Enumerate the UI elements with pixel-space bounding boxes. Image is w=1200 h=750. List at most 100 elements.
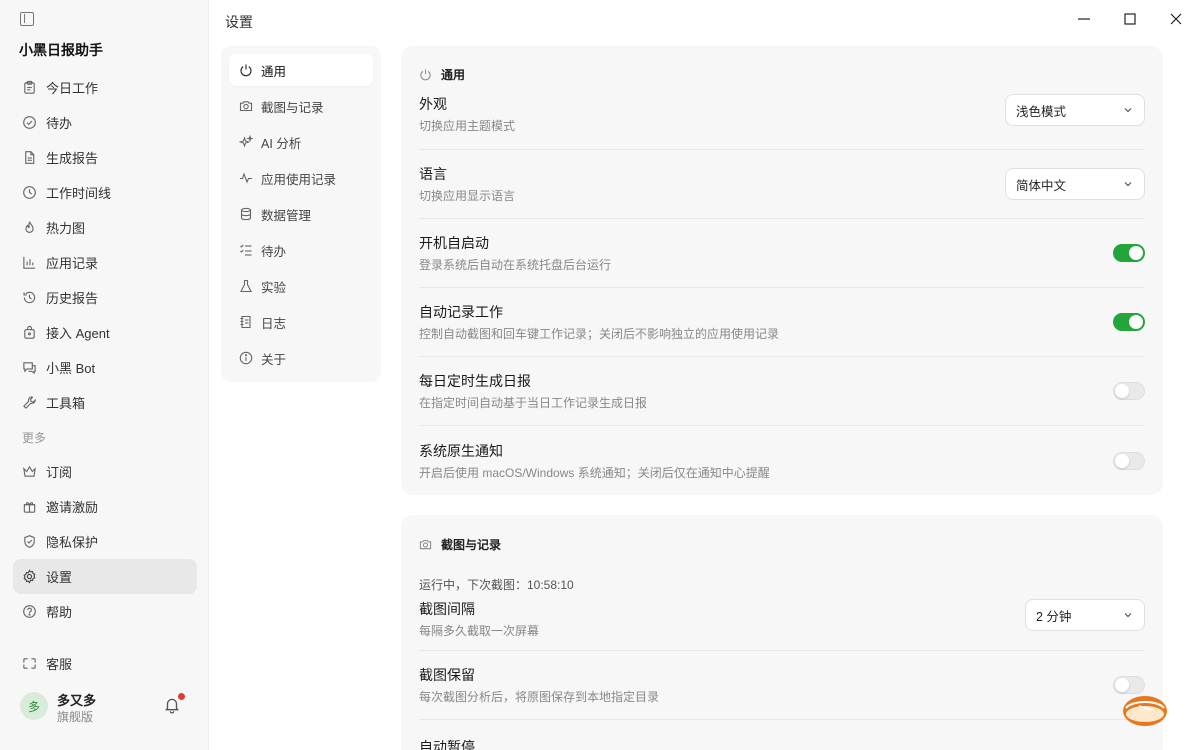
setting-text: 截图间隔 每隔多久截取一次屏幕 xyxy=(419,599,539,639)
sidebar-item-label: 接入 Agent xyxy=(46,326,110,341)
retain-toggle[interactable] xyxy=(1113,676,1145,694)
setting-label: 语言 xyxy=(419,166,447,182)
settings-content: 通用 外观 切换应用主题模式 浅色模式 语言 切换应用显示语言 简体中文 开机自… xyxy=(401,46,1163,750)
sidebar-item-bot[interactable]: 小黑 Bot xyxy=(13,350,197,385)
daily-report-toggle[interactable] xyxy=(1113,382,1145,400)
autostart-toggle[interactable] xyxy=(1113,244,1145,262)
setting-row-language: 语言 切换应用显示语言 简体中文 xyxy=(419,150,1145,219)
sidebar-nav: 今日工作 待办 生成报告 工作时间线 热力图 应用记录 历史报告 接入 Agen… xyxy=(13,70,197,681)
chevron-down-icon xyxy=(1124,613,1132,618)
sidebar-item-privacy[interactable]: 隐私保护 xyxy=(13,524,197,559)
sidebar-item-label: 待办 xyxy=(46,116,73,131)
setting-row-auto-pause: 自动暂停 xyxy=(419,720,1145,750)
setting-text: 外观 切换应用主题模式 xyxy=(419,94,515,134)
sidebar-item-heatmap[interactable]: 热力图 xyxy=(13,210,197,245)
toggle-knob xyxy=(1129,246,1143,260)
setting-row-interval: 截图间隔 每隔多久截取一次屏幕 2 分钟 xyxy=(419,595,1145,651)
capture-status: 运行中，下次截图：10:58:10 xyxy=(419,577,574,592)
chat-icon xyxy=(22,360,37,375)
sidebar-item-label: 订阅 xyxy=(46,465,73,480)
toggle-knob xyxy=(1115,678,1129,692)
settings-tab-label: AI 分析 xyxy=(261,136,302,151)
sidebar-item-settings[interactable]: 设置 xyxy=(13,559,197,594)
settings-tab-data[interactable]: 数据管理 xyxy=(229,198,373,230)
shield-icon xyxy=(22,534,37,549)
settings-tab-app-usage[interactable]: 应用使用记录 xyxy=(229,162,373,194)
gift-icon xyxy=(22,499,37,514)
setting-text: 自动暂停 xyxy=(419,737,475,750)
setting-label: 截图保留 xyxy=(419,667,475,683)
setting-text: 语言 切换应用显示语言 xyxy=(419,164,515,204)
setting-text: 截图保留 每次截图分析后，将原图保存到本地指定目录 xyxy=(419,665,659,705)
sidebar-item-todo[interactable]: 待办 xyxy=(13,105,197,140)
setting-desc: 登录系统后自动在系统托盘后台运行 xyxy=(419,258,612,272)
card-title: 通用 xyxy=(441,67,466,82)
settings-tab-general[interactable]: 通用 xyxy=(229,54,373,86)
sidebar-item-label: 客服 xyxy=(46,657,73,672)
sidebar-item-help[interactable]: 帮助 xyxy=(13,594,197,629)
setting-row-appearance: 外观 切换应用主题模式 浅色模式 xyxy=(419,94,1145,150)
user-profile[interactable]: 多 多又多 旗舰版 xyxy=(20,688,190,724)
power-icon xyxy=(239,63,253,77)
setting-label: 自动暂停 xyxy=(419,739,475,750)
clock-icon xyxy=(22,185,37,200)
maximize-icon[interactable] xyxy=(1121,10,1139,28)
setting-desc: 每隔多久截取一次屏幕 xyxy=(419,624,540,638)
sidebar-item-history-reports[interactable]: 历史报告 xyxy=(13,280,197,315)
settings-tab-ai[interactable]: AI 分析 xyxy=(229,126,373,158)
select-value: 简体中文 xyxy=(1016,178,1067,193)
setting-desc: 切换应用主题模式 xyxy=(419,119,516,133)
settings-tab-label: 实验 xyxy=(261,280,287,295)
interval-select[interactable]: 2 分钟 xyxy=(1025,599,1145,631)
chevron-down-icon xyxy=(1124,182,1132,187)
settings-tab-capture[interactable]: 截图与记录 xyxy=(229,90,373,122)
settings-tab-about[interactable]: 关于 xyxy=(229,342,373,374)
notification-dot xyxy=(178,693,185,700)
assistant-mascot-icon[interactable] xyxy=(1122,694,1168,728)
sidebar-item-label: 热力图 xyxy=(46,221,86,236)
appearance-select[interactable]: 浅色模式 xyxy=(1005,94,1145,126)
crown-icon xyxy=(22,464,37,479)
auto-record-toggle[interactable] xyxy=(1113,313,1145,331)
setting-label: 外观 xyxy=(419,96,447,112)
sidebar-item-timeline[interactable]: 工作时间线 xyxy=(13,175,197,210)
sidebar-item-subscription[interactable]: 订阅 xyxy=(13,454,197,489)
close-icon[interactable] xyxy=(1167,10,1185,28)
toggle-knob xyxy=(1115,453,1129,468)
setting-text: 每日定时生成日报 在指定时间自动基于当日工作记录生成日报 xyxy=(419,371,647,411)
settings-tab-label: 通用 xyxy=(261,64,287,79)
settings-tab-label: 应用使用记录 xyxy=(261,172,337,187)
setting-row-auto-record: 自动记录工作 控制自动截图和回车键工作记录；关闭后不影响独立的应用使用记录 xyxy=(419,288,1145,357)
sidebar-item-app-records[interactable]: 应用记录 xyxy=(13,245,197,280)
settings-tab-label: 待办 xyxy=(261,244,287,259)
setting-desc: 控制自动截图和回车键工作记录；关闭后不影响独立的应用使用记录 xyxy=(419,327,780,341)
check-circle-icon xyxy=(22,115,37,130)
sidebar-toggle-icon[interactable] xyxy=(20,12,34,26)
settings-tab-label: 数据管理 xyxy=(261,208,312,223)
language-select[interactable]: 简体中文 xyxy=(1005,168,1145,200)
native-notify-toggle[interactable] xyxy=(1113,451,1145,470)
sidebar-item-generate-report[interactable]: 生成报告 xyxy=(13,140,197,175)
settings-tab-log[interactable]: 日志 xyxy=(229,306,373,338)
sidebar-item-toolbox[interactable]: 工具箱 xyxy=(13,385,197,420)
sidebar-item-label: 今日工作 xyxy=(46,81,99,96)
setting-desc: 开启后使用 macOS/Windows 系统通知；关闭后仅在通知中心提醒 xyxy=(419,465,770,480)
sparkle-icon xyxy=(239,135,253,149)
settings-tab-lab[interactable]: 实验 xyxy=(229,270,373,302)
general-card: 通用 外观 切换应用主题模式 浅色模式 语言 切换应用显示语言 简体中文 开机自… xyxy=(401,46,1163,495)
sidebar-item-support[interactable]: 客服 xyxy=(13,646,197,681)
setting-label: 自动记录工作 xyxy=(419,304,503,320)
sidebar-item-invite[interactable]: 邀请激励 xyxy=(13,489,197,524)
sidebar-item-connect-agent[interactable]: 接入 Agent xyxy=(13,315,197,350)
minimize-icon[interactable] xyxy=(1075,10,1093,28)
setting-row-autostart: 开机自启动 登录系统后自动在系统托盘后台运行 xyxy=(419,219,1145,288)
settings-tab-todo[interactable]: 待办 xyxy=(229,234,373,266)
settings-nav: 通用 截图与记录 AI 分析 应用使用记录 数据管理 待办 实验 日志 关于 xyxy=(221,46,381,382)
page-title: 设置 xyxy=(225,14,253,30)
capture-card: 截图与记录 运行中，下次截图：10:58:10 截图间隔 每隔多久截取一次屏幕 … xyxy=(401,515,1163,750)
user-plan: 旗舰版 xyxy=(57,710,94,724)
sidebar-item-today-work[interactable]: 今日工作 xyxy=(13,70,197,105)
info-icon xyxy=(239,351,253,365)
setting-row-retain: 截图保留 每次截图分析后，将原图保存到本地指定目录 xyxy=(419,651,1145,720)
avatar[interactable]: 多 xyxy=(20,692,48,720)
